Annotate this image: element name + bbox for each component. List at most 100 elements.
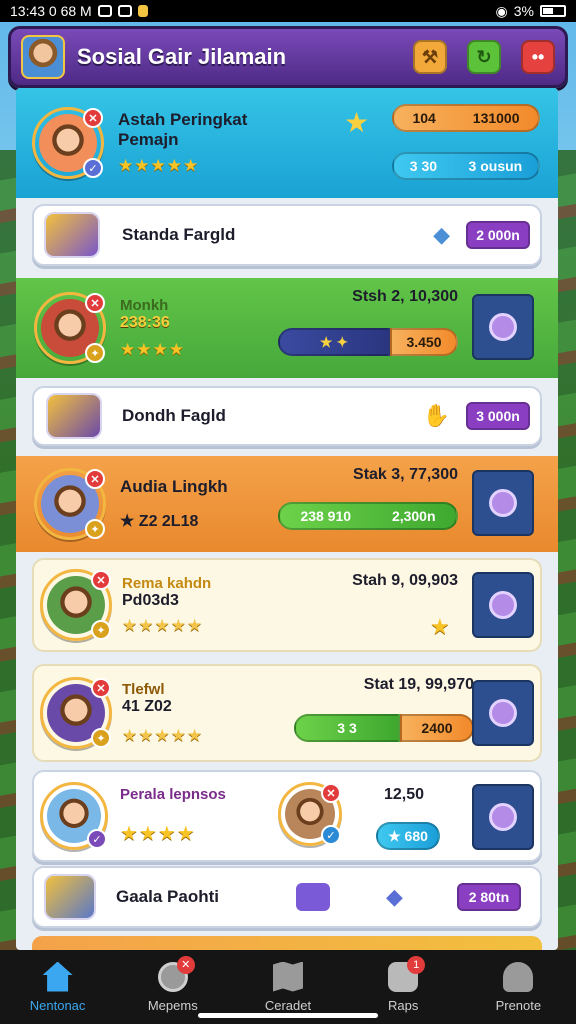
chat-button[interactable] xyxy=(472,680,534,746)
chat-bubble-icon xyxy=(489,803,517,831)
refresh-button[interactable]: ↻ xyxy=(467,40,501,74)
score-text: 12,50 xyxy=(384,786,425,803)
nav-item-profile[interactable]: Prenote xyxy=(468,961,568,1013)
menu-button[interactable]: •• xyxy=(521,40,555,74)
bolt-badge-icon: ✦ xyxy=(85,343,105,363)
map-icon xyxy=(272,961,303,992)
notification-badge: ✕ xyxy=(176,955,195,974)
stat-text: Stsh 2, 10,300 xyxy=(352,288,458,305)
player-code: 238:36 xyxy=(120,313,170,331)
player-name: Monkh xyxy=(120,296,169,314)
battery-saver-icon xyxy=(137,5,148,17)
verified-icon: ✓ xyxy=(83,158,103,178)
score-pills: 104 131000 3 30 3 ousun xyxy=(392,104,540,180)
rating-stars: ★★★★ xyxy=(120,339,185,359)
chat-button[interactable] xyxy=(472,294,534,360)
item-pill[interactable]: 2 80tn xyxy=(456,883,521,911)
chat-bubble-icon xyxy=(489,313,517,341)
nav-label: Raps xyxy=(387,997,419,1013)
player-name: Astah Peringkat xyxy=(118,110,248,129)
rank-badge-icon: ✕ xyxy=(321,783,341,803)
nav-item-home[interactable]: Nentonac xyxy=(8,961,108,1013)
app-icon xyxy=(117,5,132,17)
nav-label: Mepems xyxy=(147,997,198,1013)
status-time: 13:43 0 68 M xyxy=(10,3,92,19)
nav-item-map[interactable]: Ceradet xyxy=(238,961,338,1013)
list-item[interactable]: ✕ ✦ Monkh 238:36 ★★★★ Stsh 2, 10,300 ★ ✦ … xyxy=(16,278,558,378)
list-item[interactable]: Standa Fargld ◆ 2 000n xyxy=(32,204,542,266)
gem-icon: ◆ xyxy=(386,884,403,909)
nav-item-chat[interactable]: 1 Raps xyxy=(353,955,453,1013)
list-item[interactable]: Dondh Fagld ✋ 3 000n xyxy=(32,386,542,446)
verified-icon: ✓ xyxy=(87,829,107,849)
list-item[interactable]: ✕ ✦ Tlefwl 41 Z02 ★★★★★ Stat 19, 99,970 3… xyxy=(32,664,542,762)
chat-button[interactable] xyxy=(472,784,534,850)
progress-bar-value: 2400 xyxy=(400,714,474,742)
item-icon xyxy=(44,874,96,920)
chat-bubble-icon xyxy=(489,699,517,727)
rank-badge-icon: ✕ xyxy=(85,469,105,489)
player-avatar: ✓ xyxy=(40,782,108,850)
rank-badge-icon: ✕ xyxy=(91,678,111,698)
nav-label: Nentonac xyxy=(29,997,86,1013)
chat-bubble-icon xyxy=(489,489,517,517)
bolt-badge-icon: ✦ xyxy=(91,728,111,748)
chest-icon xyxy=(296,883,330,911)
player-code: Pd03d3 xyxy=(122,591,179,609)
page-title: Sosial Gair Jilamain xyxy=(77,44,287,69)
rating-stars: ★★★★★ xyxy=(122,725,204,745)
battery-icon xyxy=(540,5,566,17)
item-name: Standa Fargld xyxy=(122,225,236,244)
player-name: Perala lepnsos xyxy=(120,786,226,803)
profile-avatar[interactable] xyxy=(21,35,65,79)
player-avatar: ✕ ✦ xyxy=(40,677,112,749)
item-name: Dondh Fagld xyxy=(122,406,226,425)
rating-stars: ★★★★ xyxy=(120,823,196,845)
chat-button[interactable] xyxy=(472,572,534,638)
item-pill[interactable]: 3 000n xyxy=(466,402,530,430)
player-code: 41 Z02 xyxy=(122,697,172,715)
player-name: Rema kahdn xyxy=(122,574,212,592)
thumb-icon: ✋ xyxy=(422,403,450,428)
app-header: Sosial Gair Jilamain ⚒ ↻ •• xyxy=(8,26,568,88)
stat-text: Stat 19, 99,970 xyxy=(363,676,474,693)
list-item-partial xyxy=(32,936,542,950)
bottom-nav: Nentonac ✕ Mepems Ceradet 1 Raps Prenote xyxy=(0,950,576,1024)
progress-bar-fill: 3 3 xyxy=(294,714,400,742)
player-avatar: ✕ ✦ xyxy=(40,569,112,641)
list-item[interactable]: ✓ Perala lepnsos ★★★★ ✕ ✓ 12,50 ★ 680 xyxy=(32,770,542,862)
nav-item-members[interactable]: ✕ Mepems xyxy=(123,955,223,1013)
stat-text: Stak 3, 77,300 xyxy=(353,466,458,483)
list-item[interactable]: ✕ ✓ Astah Peringkat Pemajn ★★★★★ ★ 104 131… xyxy=(16,88,558,198)
home-icon xyxy=(42,961,73,992)
stat-text: Stah 9, 09,903 xyxy=(352,572,458,589)
player-avatar: ✕ ✓ xyxy=(32,107,104,179)
nav-label: Ceradet xyxy=(264,997,312,1013)
item-icon xyxy=(46,393,102,439)
score-pill: 104 131000 xyxy=(392,104,540,132)
progress-bar-value: 3.450 xyxy=(390,328,458,356)
list-item[interactable]: ✕ ✦ Audia Lingkh ★ Z2 2L18 Stak 3, 77,300… xyxy=(16,456,558,552)
rank-badge-icon: ✕ xyxy=(91,570,111,590)
home-indicator[interactable] xyxy=(198,1013,378,1018)
progress-bar: 238 910 2,300n xyxy=(278,502,458,530)
friend-avatar: ✕ ✓ xyxy=(278,782,342,846)
player-avatar: ✕ ✦ xyxy=(34,468,106,540)
list-item[interactable]: ✕ ✦ Rema kahdn Pd03d3 ★★★★★ Stah 9, 09,90… xyxy=(32,558,542,652)
bolt-badge-icon: ✦ xyxy=(91,620,111,640)
player-subtitle: Pemajn xyxy=(118,130,179,149)
progress-bar-fill: ★ ✦ xyxy=(278,328,390,356)
battery-level: 3% xyxy=(513,3,534,19)
chat-button[interactable] xyxy=(472,470,534,536)
list-item[interactable]: Gaala Paohti ◆ 2 80tn xyxy=(32,866,542,928)
nav-label: Prenote xyxy=(495,997,542,1013)
item-pill[interactable]: 2 000n xyxy=(466,221,530,249)
player-avatar: ✕ ✦ xyxy=(34,292,106,364)
score-pill: ★ 680 xyxy=(376,822,440,850)
person-icon xyxy=(503,961,534,992)
chat-bubble-icon xyxy=(489,591,517,619)
gem-icon: ◆ xyxy=(433,222,450,247)
tools-button[interactable]: ⚒ xyxy=(413,40,447,74)
player-code: ★ Z2 2L18 xyxy=(120,513,199,530)
status-bar: 13:43 0 68 M ◉ 3% xyxy=(0,0,576,22)
